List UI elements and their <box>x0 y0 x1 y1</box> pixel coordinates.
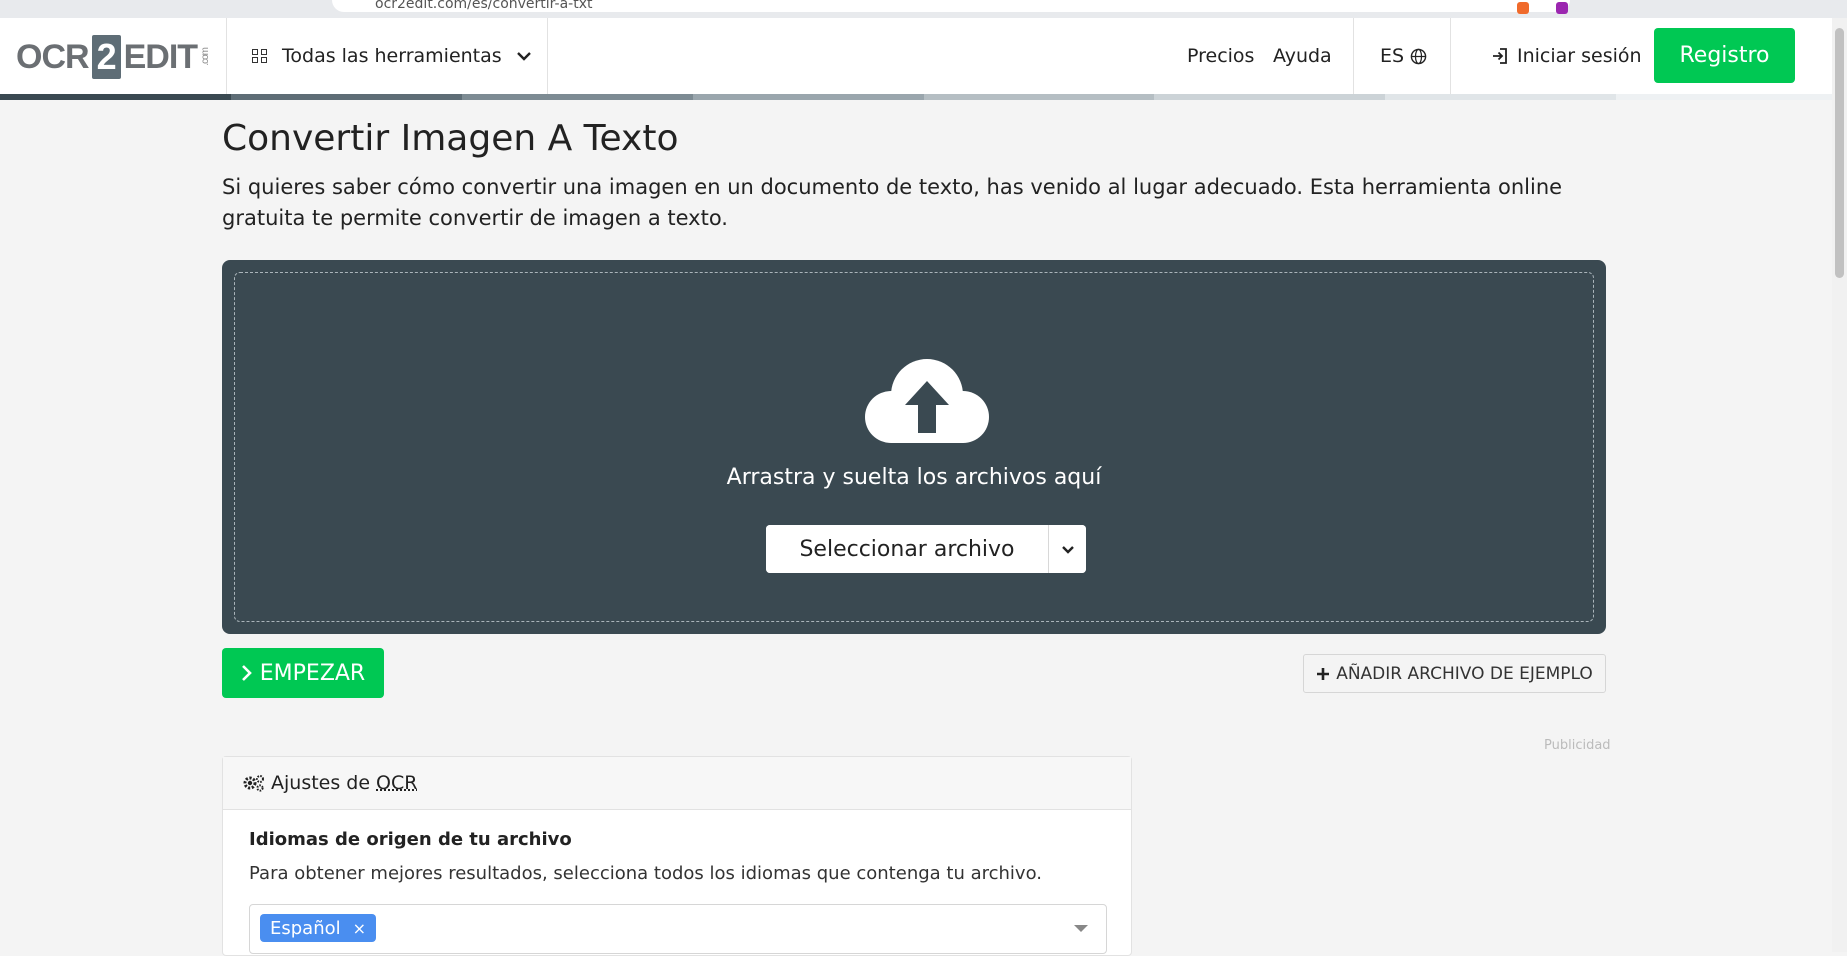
ocr-abbreviation: OCR <box>376 772 418 794</box>
select-file-button[interactable]: Seleccionar archivo <box>766 525 1048 573</box>
color-strip-segment <box>1385 94 1617 100</box>
all-tools-menu[interactable]: Todas las herramientas <box>252 18 532 94</box>
all-tools-label: Todas las herramientas <box>282 45 502 67</box>
ocr-settings-title: Ajustes de <box>271 772 371 794</box>
divider <box>1353 18 1354 94</box>
select-file-group: Seleccionar archivo <box>766 525 1086 573</box>
color-strip-segment <box>1154 94 1386 100</box>
start-button[interactable]: EMPEZAR <box>222 648 384 698</box>
color-strip-segment <box>1616 94 1847 100</box>
site-logo[interactable]: OCR 2 EDIT .com <box>16 34 211 80</box>
ocr-settings-panel: Ajustes de OCR Idiomas de origen de tu a… <box>222 756 1132 956</box>
dropdown-arrow-icon[interactable] <box>1074 925 1088 932</box>
dropzone-text: Arrastra y suelta los archivos aquí <box>726 465 1102 490</box>
add-sample-file-button[interactable]: AÑADIR ARCHIVO DE EJEMPLO <box>1303 654 1606 693</box>
register-button[interactable]: Registro <box>1654 28 1795 83</box>
page-description: Si quieres saber cómo convertir una imag… <box>222 175 1563 230</box>
divider <box>547 18 548 94</box>
header-color-strip <box>0 94 1847 100</box>
selected-language-label: Español <box>270 917 341 939</box>
language-code: ES <box>1380 45 1405 67</box>
globe-icon <box>1410 48 1427 64</box>
dropzone-border: Arrastra y suelta los archivos aquí Sele… <box>234 272 1594 622</box>
sign-in-icon <box>1493 48 1507 64</box>
divider <box>226 18 227 94</box>
logo-prefix: OCR <box>16 37 90 76</box>
language-selector[interactable]: ES <box>1380 18 1427 94</box>
login-label: Iniciar sesión <box>1517 45 1642 67</box>
file-dropzone[interactable]: Arrastra y suelta los archivos aquí Sele… <box>222 260 1606 634</box>
page-scrollbar[interactable] <box>1832 18 1847 952</box>
color-strip-segment <box>923 94 1155 100</box>
start-label: EMPEZAR <box>259 660 366 686</box>
color-strip-segment <box>692 94 924 100</box>
grid-icon <box>252 49 268 63</box>
selected-language-tag: Español × <box>260 914 377 942</box>
login-link[interactable]: Iniciar sesión <box>1491 18 1642 94</box>
ad-label: Publicidad <box>1544 738 1611 753</box>
logo-suffix: EDIT <box>123 37 198 76</box>
language-multiselect[interactable]: Español × <box>249 904 1107 954</box>
scrollbar-thumb[interactable] <box>1835 28 1844 278</box>
remove-language-icon[interactable]: × <box>353 919 366 938</box>
add-sample-label: AÑADIR ARCHIVO DE EJEMPLO <box>1336 663 1593 684</box>
chevron-down-icon <box>516 52 531 61</box>
site-header: OCR 2 EDIT .com Todas las herramientas P… <box>0 18 1847 94</box>
source-languages-help: Para obtener mejores resultados, selecci… <box>249 863 1043 884</box>
color-strip-segment <box>461 94 693 100</box>
source-languages-title: Idiomas de origen de tu archivo <box>249 829 572 850</box>
divider <box>1450 18 1451 94</box>
logo-domain: .com <box>200 48 212 66</box>
select-source-dropdown[interactable] <box>1048 525 1086 573</box>
brave-shield-icon[interactable] <box>1517 2 1529 14</box>
cloud-upload-icon <box>865 359 989 443</box>
nav-pricing-link[interactable]: Precios <box>1187 18 1254 94</box>
browser-chrome: ocr2edit.com/es/convertir-a-txt <box>0 0 1847 18</box>
address-bar-url: ocr2edit.com/es/convertir-a-txt <box>375 0 593 12</box>
gears-icon <box>243 775 264 792</box>
color-strip-segment <box>230 94 462 100</box>
plus-icon <box>1317 667 1330 680</box>
color-strip-segment <box>0 94 231 100</box>
chevron-right-icon <box>241 665 252 681</box>
logo-number: 2 <box>91 35 121 79</box>
chevron-down-icon <box>1061 545 1074 554</box>
page-title: Convertir Imagen A Texto <box>222 118 679 159</box>
nav-help-link[interactable]: Ayuda <box>1273 18 1332 94</box>
extension-icon[interactable] <box>1556 2 1568 14</box>
ocr-settings-header: Ajustes de OCR <box>223 757 1131 810</box>
